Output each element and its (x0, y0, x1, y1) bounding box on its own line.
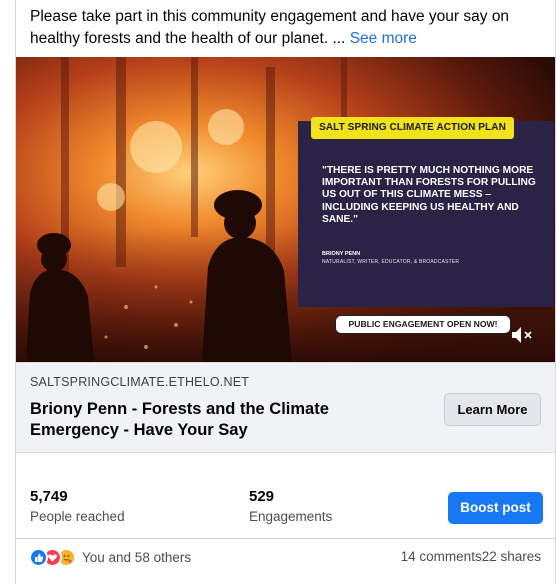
post-text: Please take part in this community engag… (30, 6, 545, 50)
divider (16, 538, 555, 539)
reactions-summary[interactable]: You and 58 others (29, 545, 191, 569)
quote-author: BRIONY PENN (322, 251, 361, 257)
see-more-link[interactable]: See more (350, 30, 417, 47)
comments-count[interactable]: 14 comments (401, 549, 482, 564)
link-domain: SALTSPRINGCLIMATE.ETHELO.NET (30, 375, 250, 389)
reactions-text: You and 58 others (82, 549, 192, 565)
mute-button[interactable] (509, 323, 535, 347)
link-title[interactable]: Briony Penn - Forests and the Climate Em… (30, 399, 390, 441)
quote-text: "THERE IS PRETTY MUCH NOTHING MORE IMPOR… (322, 165, 536, 225)
boost-post-button[interactable]: Boost post (448, 492, 543, 524)
like-icon (29, 547, 48, 567)
engagements-stat: 529 Engagements (249, 488, 332, 524)
quote-author-role: NATURALIST, WRITER, EDUCATOR, & BROADCAS… (322, 259, 460, 265)
shares-count[interactable]: 22 shares (482, 549, 541, 564)
engagement-counts: 14 comments 22 shares (401, 549, 541, 564)
people-reached-stat: 5,749 People reached (30, 488, 125, 524)
screenshot-frame: Please take part in this community engag… (0, 0, 556, 584)
facebook-post-card: Please take part in this community engag… (15, 0, 556, 584)
people-reached-label: People reached (30, 509, 125, 524)
speaker-muted-icon (512, 327, 532, 343)
learn-more-button[interactable]: Learn More (444, 393, 541, 426)
post-body: Please take part in this community engag… (30, 8, 510, 47)
engagements-label: Engagements (249, 509, 333, 524)
post-video[interactable]: SALT SPRING CLIMATE ACTION PLAN "THERE I… (16, 57, 555, 362)
people-reached-value: 5,749 (30, 488, 68, 505)
engagements-value: 529 (249, 488, 275, 505)
plan-label: SALT SPRING CLIMATE ACTION PLAN (311, 117, 514, 139)
engagement-banner: PUBLIC ENGAGEMENT OPEN NOW! (335, 315, 511, 334)
link-preview[interactable]: SALTSPRINGCLIMATE.ETHELO.NET Briony Penn… (16, 362, 555, 453)
